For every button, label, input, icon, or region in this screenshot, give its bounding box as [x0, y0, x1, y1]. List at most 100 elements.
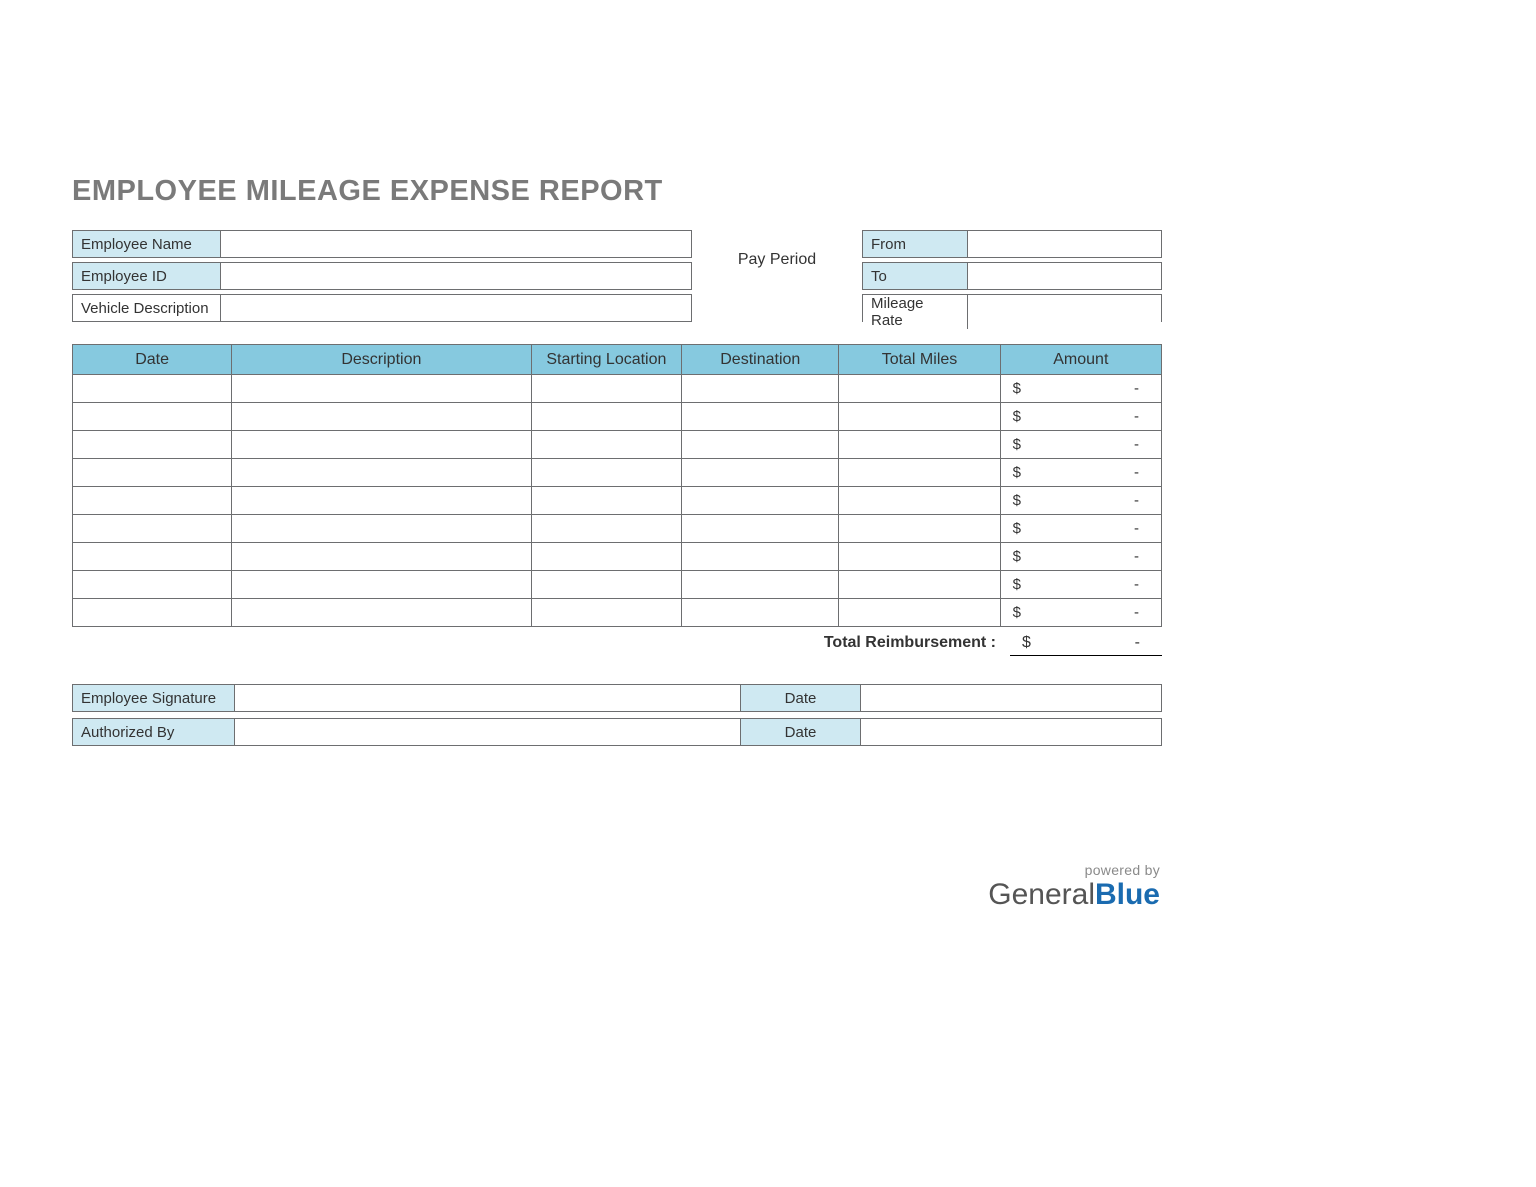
- table-row: $-: [73, 599, 1162, 627]
- currency-symbol: $: [1013, 380, 1021, 397]
- label-authorized-date: Date: [741, 719, 861, 745]
- cell-date[interactable]: [73, 599, 232, 627]
- cell-amount: $-: [1000, 543, 1161, 571]
- field-employee-id[interactable]: [221, 263, 691, 289]
- field-from[interactable]: [968, 231, 1161, 257]
- label-mileage-rate: Mileage Rate: [863, 295, 968, 329]
- mileage-table: Date Description Starting Location Desti…: [72, 344, 1162, 627]
- col-miles: Total Miles: [839, 345, 1000, 375]
- table-header-row: Date Description Starting Location Desti…: [73, 345, 1162, 375]
- currency-symbol: $: [1013, 604, 1021, 621]
- signature-block: Employee Signature Date Authorized By Da…: [72, 684, 1162, 746]
- table-row: $-: [73, 459, 1162, 487]
- cell-start[interactable]: [531, 487, 682, 515]
- cell-miles[interactable]: [839, 543, 1000, 571]
- col-date: Date: [73, 345, 232, 375]
- cell-description[interactable]: [232, 543, 531, 571]
- cell-miles[interactable]: [839, 571, 1000, 599]
- currency-symbol: $: [1013, 464, 1021, 481]
- cell-start[interactable]: [531, 599, 682, 627]
- row-employee-signature: Employee Signature Date: [72, 684, 1162, 712]
- cell-amount: $-: [1000, 599, 1161, 627]
- cell-destination[interactable]: [682, 543, 839, 571]
- cell-date[interactable]: [73, 487, 232, 515]
- cell-start[interactable]: [531, 571, 682, 599]
- col-start: Starting Location: [531, 345, 682, 375]
- cell-start[interactable]: [531, 459, 682, 487]
- field-to[interactable]: [968, 263, 1161, 289]
- currency-symbol: $: [1013, 492, 1021, 509]
- field-employee-signature[interactable]: [235, 685, 741, 711]
- field-vehicle-description[interactable]: [221, 295, 691, 321]
- total-amount: -: [1135, 634, 1140, 652]
- cell-description[interactable]: [232, 515, 531, 543]
- label-employee-signature: Employee Signature: [73, 685, 235, 711]
- cell-description[interactable]: [232, 431, 531, 459]
- cell-destination[interactable]: [682, 403, 839, 431]
- col-description: Description: [232, 345, 531, 375]
- cell-destination[interactable]: [682, 431, 839, 459]
- field-employee-sig-date[interactable]: [861, 685, 1161, 711]
- cell-description[interactable]: [232, 487, 531, 515]
- cell-date[interactable]: [73, 459, 232, 487]
- cell-destination[interactable]: [682, 459, 839, 487]
- amount-value: -: [1134, 548, 1139, 565]
- cell-description[interactable]: [232, 403, 531, 431]
- cell-destination[interactable]: [682, 599, 839, 627]
- currency-symbol: $: [1013, 408, 1021, 425]
- currency-symbol: $: [1013, 576, 1021, 593]
- cell-description[interactable]: [232, 375, 531, 403]
- branding: powered by GeneralBlue: [988, 863, 1160, 911]
- cell-miles[interactable]: [839, 431, 1000, 459]
- label-authorized-by: Authorized By: [73, 719, 235, 745]
- expense-report: EMPLOYEE MILEAGE EXPENSE REPORT Employee…: [72, 175, 1162, 746]
- row-from: From: [862, 230, 1162, 258]
- row-to: To: [862, 262, 1162, 290]
- powered-by-label: powered by: [988, 863, 1160, 878]
- amount-value: -: [1134, 492, 1139, 509]
- cell-date[interactable]: [73, 515, 232, 543]
- generalblue-logo: GeneralBlue: [988, 878, 1160, 911]
- cell-miles[interactable]: [839, 403, 1000, 431]
- cell-date[interactable]: [73, 543, 232, 571]
- label-employee-name: Employee Name: [73, 231, 221, 257]
- cell-start[interactable]: [531, 431, 682, 459]
- cell-miles[interactable]: [839, 599, 1000, 627]
- total-row: Total Reimbursement : $ -: [72, 630, 1162, 656]
- cell-amount: $-: [1000, 459, 1161, 487]
- cell-date[interactable]: [73, 431, 232, 459]
- cell-start[interactable]: [531, 515, 682, 543]
- cell-destination[interactable]: [682, 375, 839, 403]
- label-pay-period: Pay Period: [692, 230, 862, 290]
- amount-value: -: [1134, 380, 1139, 397]
- cell-miles[interactable]: [839, 515, 1000, 543]
- amount-value: -: [1134, 464, 1139, 481]
- cell-description[interactable]: [232, 571, 531, 599]
- cell-date[interactable]: [73, 403, 232, 431]
- field-employee-name[interactable]: [221, 231, 691, 257]
- cell-destination[interactable]: [682, 487, 839, 515]
- info-block: Employee Name Employee ID Vehicle Descri…: [72, 230, 1162, 322]
- cell-start[interactable]: [531, 543, 682, 571]
- cell-destination[interactable]: [682, 515, 839, 543]
- row-mileage-rate: Mileage Rate: [862, 294, 1162, 322]
- cell-miles[interactable]: [839, 459, 1000, 487]
- cell-miles[interactable]: [839, 487, 1000, 515]
- amount-value: -: [1134, 604, 1139, 621]
- cell-miles[interactable]: [839, 375, 1000, 403]
- field-authorized-date[interactable]: [861, 719, 1161, 745]
- cell-description[interactable]: [232, 459, 531, 487]
- cell-start[interactable]: [531, 403, 682, 431]
- cell-date[interactable]: [73, 375, 232, 403]
- cell-destination[interactable]: [682, 571, 839, 599]
- field-mileage-rate[interactable]: [968, 295, 1161, 329]
- col-amount: Amount: [1000, 345, 1161, 375]
- field-authorized-by[interactable]: [235, 719, 741, 745]
- cell-start[interactable]: [531, 375, 682, 403]
- cell-amount: $-: [1000, 515, 1161, 543]
- table-row: $-: [73, 487, 1162, 515]
- col-destination: Destination: [682, 345, 839, 375]
- label-to: To: [863, 263, 968, 289]
- cell-description[interactable]: [232, 599, 531, 627]
- cell-date[interactable]: [73, 571, 232, 599]
